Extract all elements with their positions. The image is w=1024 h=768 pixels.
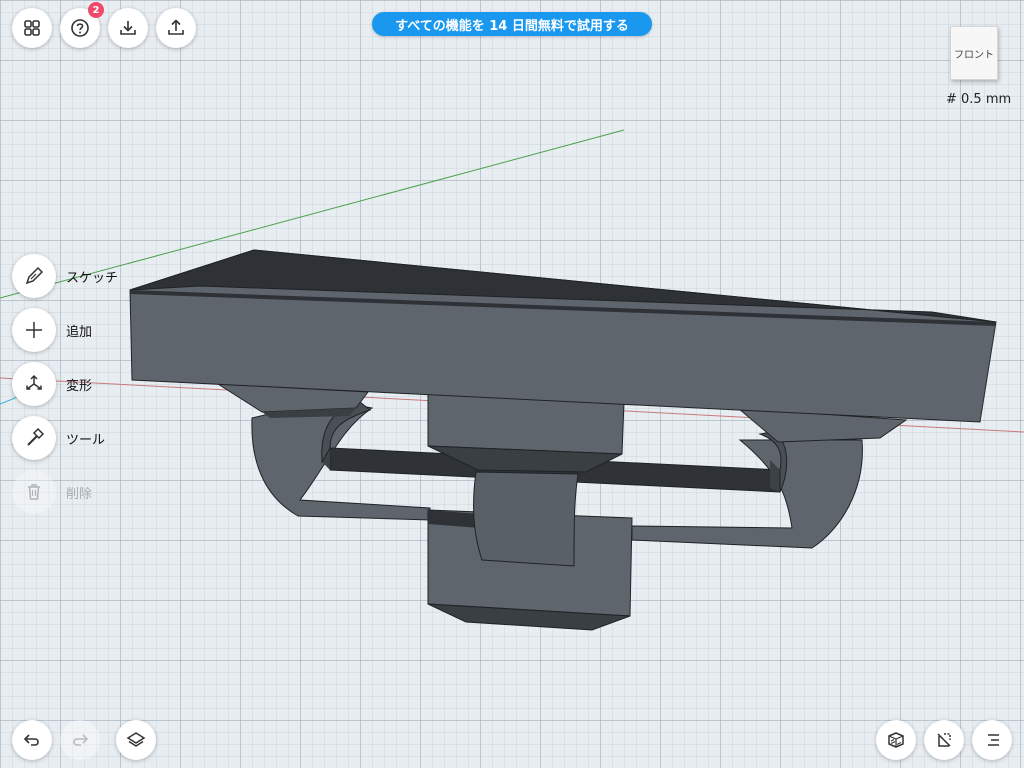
- export-button[interactable]: [156, 8, 196, 48]
- layers-button[interactable]: [116, 720, 156, 760]
- help-badge: 2: [88, 2, 104, 18]
- grid-size-label: # 0.5 mm: [946, 92, 1012, 107]
- grid-menu-button[interactable]: [12, 8, 52, 48]
- undo-icon: [23, 734, 39, 746]
- outline-icon: [988, 734, 999, 746]
- trash-icon: [28, 484, 40, 500]
- question-icon: [71, 19, 89, 37]
- sketch-pen-icon: [25, 266, 44, 285]
- delete-tool[interactable]: 削除: [12, 470, 92, 514]
- add-tool[interactable]: 追加: [12, 308, 92, 352]
- grid-icon: [24, 20, 40, 36]
- add-tool-label: 追加: [66, 324, 93, 340]
- tools-menu[interactable]: ツール: [12, 416, 105, 460]
- tools-menu-label: ツール: [66, 432, 106, 448]
- outline-button[interactable]: [972, 720, 1012, 760]
- delete-tool-label: 削除: [66, 486, 93, 502]
- view-cube-face-label: フロント: [954, 49, 994, 61]
- help-button[interactable]: 2: [60, 2, 104, 48]
- transform-tool-label: 変形: [66, 378, 93, 394]
- display-mode-button[interactable]: [876, 720, 916, 760]
- redo-icon: [73, 734, 89, 746]
- hammer-icon: [27, 427, 45, 446]
- sketch-tool-label: スケッチ: [66, 270, 119, 286]
- display-mode-icon: [888, 732, 904, 748]
- free-trial-banner[interactable]: すべての機能を 14 日間無料で試用する: [372, 12, 652, 36]
- download-icon: [120, 21, 136, 35]
- sketch-tool[interactable]: スケッチ: [12, 254, 118, 298]
- 3d-viewport[interactable]: [0, 0, 1024, 768]
- 3d-model[interactable]: [129, 249, 997, 631]
- layers-icon: [126, 732, 146, 747]
- transform-arrows-icon: [26, 374, 42, 390]
- plus-icon: [26, 322, 42, 338]
- share-icon: [168, 19, 184, 35]
- transform-tool[interactable]: 変形: [12, 362, 92, 406]
- view-cube[interactable]: フロント: [950, 26, 998, 80]
- undo-button[interactable]: [12, 720, 52, 760]
- redo-button[interactable]: [60, 720, 100, 760]
- visibility-icon: [937, 733, 951, 747]
- import-button[interactable]: [108, 8, 148, 48]
- visibility-button[interactable]: [924, 720, 964, 760]
